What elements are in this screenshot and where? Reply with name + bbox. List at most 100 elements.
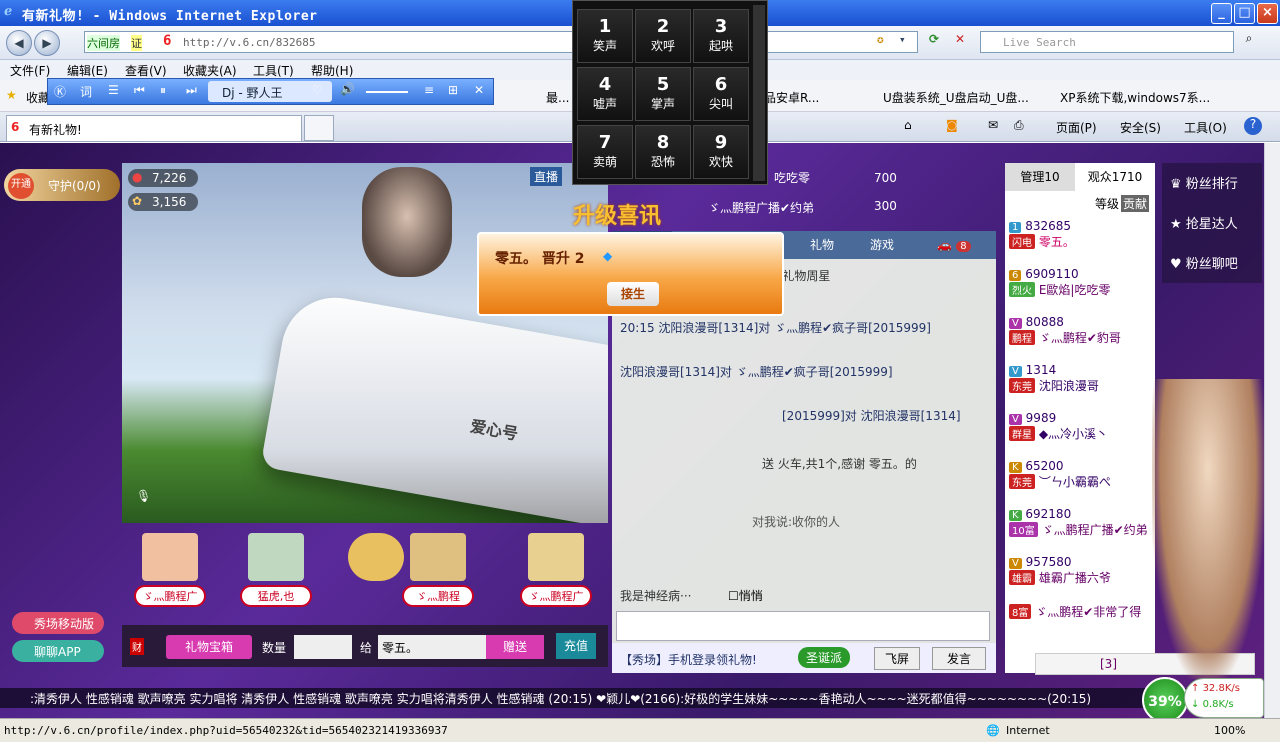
close-icon[interactable]: ✕ (474, 83, 484, 97)
tab-active[interactable]: 6 有新礼物! (6, 115, 302, 141)
menu-favorites[interactable]: 收藏夹(A) (183, 62, 237, 79)
compat-icon[interactable]: ✪ (877, 33, 884, 46)
tab-games[interactable]: 游戏 (852, 231, 912, 259)
mode-icon[interactable]: ≡ (424, 83, 434, 97)
keypad-scrollbar[interactable] (753, 5, 765, 181)
stop-icon[interactable]: ✕ (950, 32, 970, 52)
fav-item-1[interactable]: 最... (546, 89, 569, 106)
send-button[interactable]: 发言 (932, 647, 987, 670)
menu-edit[interactable]: 编辑(E) (67, 62, 108, 79)
user-row[interactable]: 6 6909110 烈火 E歐焰|吃吃零 (1009, 267, 1110, 298)
user-row[interactable]: V 9989 群星 ◆灬冷小溪丶 (1009, 411, 1108, 442)
rss-icon[interactable]: ◙ (946, 118, 958, 132)
prev-icon[interactable]: ⏮ (134, 83, 145, 98)
star-icon[interactable]: ★ (6, 88, 17, 102)
xmas-button[interactable]: 圣诞派 (798, 647, 851, 668)
sound-key-4[interactable]: 4 嘘声 (577, 67, 633, 121)
mobile-version-button[interactable]: 秀场移动版 (12, 612, 104, 634)
volume-slider[interactable] (366, 91, 408, 93)
gift-star-4[interactable]: ゞ灬鹏程广 (520, 533, 592, 613)
cmd-page[interactable]: 页面(P) (1056, 119, 1097, 136)
fav-item-3[interactable]: U盘装系统_U盘启动_U盘... (883, 89, 1029, 106)
tab-gifts[interactable]: 礼物 (792, 231, 852, 259)
maximize-button[interactable]: □ (1234, 3, 1255, 24)
user-row[interactable]: 1 832685 闪电 零五。 (1009, 219, 1075, 250)
lyrics-icon[interactable]: 词 (80, 83, 92, 100)
mic-icon[interactable]: 🎙 (136, 489, 151, 503)
wealth-stat: ● 7,226 (128, 169, 198, 187)
chat-line: 20:15 沈阳浪漫哥[1314]对 ゞ灬鹏程✔疯子哥[2015999] (620, 321, 931, 335)
tab-cars[interactable]: 🚗 8 (912, 231, 996, 259)
menu-help[interactable]: 帮助(H) (311, 62, 353, 79)
heart-icon[interactable]: ♡ (312, 83, 323, 97)
sound-key-1[interactable]: 1 笑声 (577, 9, 633, 63)
next-icon[interactable]: ⏭ (186, 83, 197, 98)
help-icon[interactable]: ? (1244, 117, 1262, 135)
give-button[interactable]: 赠送 (486, 635, 544, 659)
fly-screen-button[interactable]: 飞屏 (874, 647, 921, 670)
back-button[interactable]: ◀ (6, 30, 32, 56)
chat-app-button[interactable]: 聊聊APP (12, 640, 104, 662)
menu-tools[interactable]: 工具(T) (253, 62, 294, 79)
fan-rank-item[interactable]: ♛ 粉丝排行 (1170, 173, 1238, 192)
recipient-select[interactable]: 零五。 (378, 635, 486, 659)
site-logo-icon: 6 (163, 33, 172, 49)
cmd-safety[interactable]: 安全(S) (1120, 119, 1161, 136)
user-row[interactable]: K 692180 10富 ゞ灬鹏程广播✔约弟 (1009, 507, 1148, 538)
minimize-button[interactable]: _ (1211, 3, 1232, 24)
user-row[interactable]: 8富 ゞ灬鹏程✔非常了得 (1009, 603, 1141, 620)
promo-text[interactable]: 【秀场】手机登录领礼物! (620, 651, 757, 668)
whisper-checkbox[interactable]: ☐悄悄 (728, 587, 763, 604)
close-button[interactable]: × (1257, 3, 1278, 24)
chat-input[interactable] (616, 611, 990, 641)
refresh-icon[interactable]: ⟳ (924, 32, 944, 52)
gift-star-1[interactable]: ゞ灬鹏程广 (134, 533, 206, 613)
new-tab-button[interactable] (304, 115, 334, 141)
qty-input[interactable] (294, 635, 352, 659)
dropdown-icon[interactable]: ▾ (899, 33, 906, 46)
popup-confirm-button[interactable]: 接生 (607, 282, 659, 306)
sound-key-5[interactable]: 5 掌声 (635, 67, 691, 121)
print-icon[interactable]: ⎙ (1014, 118, 1024, 133)
wealth-value: 7,226 (152, 171, 187, 185)
sort-contrib[interactable]: 贡献 (1121, 195, 1150, 212)
menu-file[interactable]: 文件(F) (10, 62, 50, 79)
sound-key-6[interactable]: 6 尖叫 (693, 67, 749, 121)
search-icon[interactable]: ⌕ (1238, 31, 1260, 53)
sound-key-2[interactable]: 2 欢呼 (635, 9, 691, 63)
grid-icon[interactable]: ⊞ (448, 83, 458, 97)
sound-key-3[interactable]: 3 起哄 (693, 9, 749, 63)
user-row[interactable]: V 957580 雄霸 雄霸广播六爷 (1009, 555, 1111, 586)
mail-icon[interactable]: ✉ (988, 118, 998, 132)
user-row[interactable]: V 1314 东莞 沈阳浪漫哥 (1009, 363, 1099, 394)
search-box[interactable]: Live Search (980, 31, 1234, 53)
sort-level[interactable]: 等级 (1095, 195, 1119, 212)
sound-key-7[interactable]: 7 卖萌 (577, 125, 633, 179)
volume-icon[interactable]: 🔊 (340, 82, 355, 96)
speed-percent[interactable]: 39% (1142, 677, 1188, 723)
forward-button[interactable]: ▶ (34, 30, 60, 56)
address-bar[interactable]: 六间房 证 6 http://v.6.cn/832685 ✪ ▾ (84, 31, 918, 53)
gift-star-3[interactable]: ゞ灬鹏程 (402, 533, 474, 613)
sound-key-9[interactable]: 9 欢快 (693, 125, 749, 179)
user-row[interactable]: K 65200 东莞 ︶ㄣ小霸霸ぺ (1009, 459, 1111, 490)
recharge-button[interactable]: 充值 (556, 633, 596, 659)
live-badge[interactable]: 直播 (530, 167, 563, 186)
playlist-icon[interactable]: ☰ (108, 83, 119, 97)
page-scrollbar[interactable] (1264, 143, 1280, 718)
fav-item-4[interactable]: XP系统下载,windows7系... (1060, 89, 1210, 106)
tab-admins[interactable]: 管理10 (1005, 163, 1075, 191)
fan-chat-item[interactable]: ♥ 粉丝聊吧 (1170, 253, 1238, 272)
gift-star-2[interactable]: 猛虎,也 (240, 533, 312, 613)
kaitong-button[interactable]: 开通 (8, 173, 34, 199)
home-icon[interactable]: ⌂ (904, 118, 912, 132)
zoom-level[interactable]: 100% (1214, 724, 1245, 737)
menu-view[interactable]: 查看(V) (125, 62, 167, 79)
user-row[interactable]: V 80888 鹏程 ゞ灬鹏程✔豹哥 (1009, 315, 1121, 346)
sound-key-8[interactable]: 8 恐怖 (635, 125, 691, 179)
pause-icon[interactable]: ⏸ (160, 83, 166, 98)
tab-audience[interactable]: 观众1710 (1075, 163, 1155, 191)
gift-box-button[interactable]: 礼物宝箱 (166, 635, 252, 659)
star-grab-item[interactable]: ★ 抢星达人 (1170, 213, 1238, 232)
cmd-tools[interactable]: 工具(O) (1184, 119, 1227, 136)
